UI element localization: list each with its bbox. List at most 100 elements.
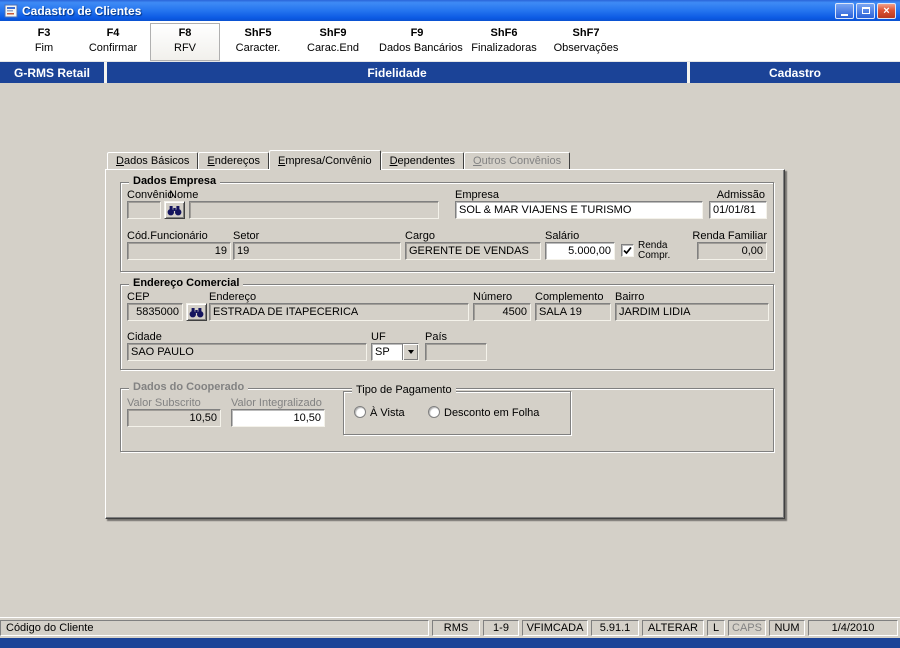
- tab-strip: Dados Básicos Endereços Empresa/Convênio…: [107, 149, 785, 170]
- binoculars-icon: [189, 307, 204, 317]
- status-mode: ALTERAR: [642, 620, 704, 636]
- uf-dropdown-button[interactable]: [402, 344, 418, 360]
- cod-funcionario-label: Cód.Funcionário: [127, 230, 208, 242]
- valor-subscrito-label: Valor Subscrito: [127, 397, 201, 409]
- group-title: Dados do Cooperado: [129, 381, 249, 393]
- cargo-label: Cargo: [405, 230, 435, 242]
- convenio-search-button[interactable]: [164, 201, 185, 219]
- group-tipo-pagamento: Tipo de Pagamento À Vista Desconto em Fo…: [343, 384, 571, 435]
- close-button[interactable]: ×: [877, 2, 896, 19]
- convenio-field: [127, 201, 161, 219]
- admissao-label: Admissão: [716, 189, 765, 201]
- cep-field: [127, 303, 183, 321]
- client-form-dialog: Dados Básicos Endereços Empresa/Convênio…: [105, 149, 785, 519]
- status-caps: CAPS: [728, 620, 766, 636]
- avista-radio: [354, 406, 366, 418]
- tab-dependentes[interactable]: Dependentes: [380, 152, 465, 169]
- header-section-title: Cadastro: [690, 62, 900, 83]
- nome-field: [189, 201, 439, 219]
- toolbar-button-f3[interactable]: F3 Fim: [12, 23, 76, 61]
- minimize-button[interactable]: [835, 2, 854, 19]
- cidade-label: Cidade: [127, 331, 162, 343]
- chevron-down-icon: [407, 350, 414, 354]
- toolbar-button-f9[interactable]: F9 Dados Bancários: [372, 23, 463, 61]
- header-module-title: Fidelidade: [107, 62, 687, 83]
- cidade-field: [127, 343, 367, 361]
- group-title: Dados Empresa: [129, 175, 221, 187]
- close-icon: ×: [883, 4, 890, 17]
- cep-label: CEP: [127, 291, 150, 303]
- bottom-strip: [0, 638, 900, 648]
- renda-familiar-label: Renda Familiar: [692, 230, 767, 242]
- nome-label: Nome: [169, 189, 199, 201]
- endereco-label: Endereço: [209, 291, 257, 303]
- pais-label: País: [425, 331, 448, 343]
- uf-label: UF: [371, 331, 386, 343]
- toolbar-button-f4[interactable]: F4 Confirmar: [78, 23, 148, 61]
- uf-combobox[interactable]: SP: [371, 343, 419, 361]
- group-title: Tipo de Pagamento: [352, 384, 456, 396]
- complemento-label: Complemento: [535, 291, 604, 303]
- window-title: Cadastro de Clientes: [22, 3, 142, 18]
- valor-integralizado-label: Valor Integralizado: [231, 397, 322, 409]
- group-dados-empresa: Dados Empresa Convênio Nome Empresa Admi…: [120, 175, 774, 272]
- header-app-name: G-RMS Retail: [0, 62, 104, 83]
- tab-enderecos[interactable]: Endereços: [198, 152, 269, 169]
- status-date: 1/4/2010: [808, 620, 898, 636]
- renda-compr-label: Renda Compr.: [638, 240, 671, 261]
- bairro-field: [615, 303, 769, 321]
- status-bar: Código do Cliente RMS 1-9 VFIMCADA 5.91.…: [0, 617, 900, 638]
- main-area: Dados Básicos Endereços Empresa/Convênio…: [0, 83, 900, 617]
- restore-icon: [861, 7, 870, 14]
- tab-panel-empresa-convenio: Dados Empresa Convênio Nome Empresa Admi…: [105, 169, 785, 519]
- empresa-field[interactable]: [455, 201, 703, 219]
- binoculars-icon: [167, 205, 182, 215]
- status-program: VFIMCADA: [522, 620, 588, 636]
- toolbar-button-shf6[interactable]: ShF6 Finalizadoras: [464, 23, 544, 61]
- toolbar-button-shf9[interactable]: ShF9 Carac.End: [296, 23, 370, 61]
- avista-label: À Vista: [370, 407, 405, 419]
- setor-label: Setor: [233, 230, 260, 242]
- status-version: 5.91.1: [591, 620, 639, 636]
- header-bar: G-RMS Retail Fidelidade Cadastro: [0, 62, 900, 83]
- valor-integralizado-field[interactable]: [231, 409, 325, 427]
- app-icon: [4, 4, 18, 18]
- desconto-folha-radio: [428, 406, 440, 418]
- numero-label: Número: [473, 291, 513, 303]
- numero-field: [473, 303, 531, 321]
- status-num: NUM: [769, 620, 805, 636]
- status-range: 1-9: [483, 620, 519, 636]
- cod-funcionario-field: [127, 242, 231, 260]
- toolbar-button-shf5[interactable]: ShF5 Caracter.: [222, 23, 294, 61]
- function-toolbar: F3 Fim F4 Confirmar F8 RFV ShF5 Caracter…: [0, 21, 900, 62]
- salario-field[interactable]: [545, 242, 615, 260]
- tab-empresa-convenio[interactable]: Empresa/Convênio: [269, 150, 381, 170]
- tab-dados-basicos[interactable]: Dados Básicos: [107, 152, 199, 169]
- renda-compr-checkbox[interactable]: [621, 244, 634, 257]
- admissao-field[interactable]: [709, 201, 767, 219]
- uf-value: SP: [375, 346, 390, 358]
- restore-button[interactable]: [856, 2, 875, 19]
- endereco-field: [209, 303, 469, 321]
- status-l: L: [707, 620, 725, 636]
- tab-outros-convenios: Outros Convênios: [464, 152, 571, 169]
- convenio-label: Convênio: [127, 189, 174, 201]
- salario-label: Salário: [545, 230, 580, 242]
- minimize-icon: [841, 13, 848, 16]
- group-title: Endereço Comercial: [129, 277, 244, 289]
- check-icon: [623, 246, 632, 255]
- desconto-folha-label: Desconto em Folha: [444, 407, 540, 419]
- app-window: Cadastro de Clientes × F3 Fim F4 Confirm…: [0, 0, 900, 648]
- status-rms: RMS: [432, 620, 480, 636]
- toolbar-button-shf7[interactable]: ShF7 Observações: [546, 23, 626, 61]
- toolbar-button-f8[interactable]: F8 RFV: [150, 23, 220, 61]
- bairro-label: Bairro: [615, 291, 645, 303]
- cep-search-button[interactable]: [186, 303, 207, 321]
- setor-field: [233, 242, 401, 260]
- cargo-field: [405, 242, 541, 260]
- complemento-field: [535, 303, 611, 321]
- valor-subscrito-field: [127, 409, 221, 427]
- titlebar: Cadastro de Clientes ×: [0, 0, 900, 21]
- pais-field: [425, 343, 487, 361]
- renda-familiar-field: [697, 242, 767, 260]
